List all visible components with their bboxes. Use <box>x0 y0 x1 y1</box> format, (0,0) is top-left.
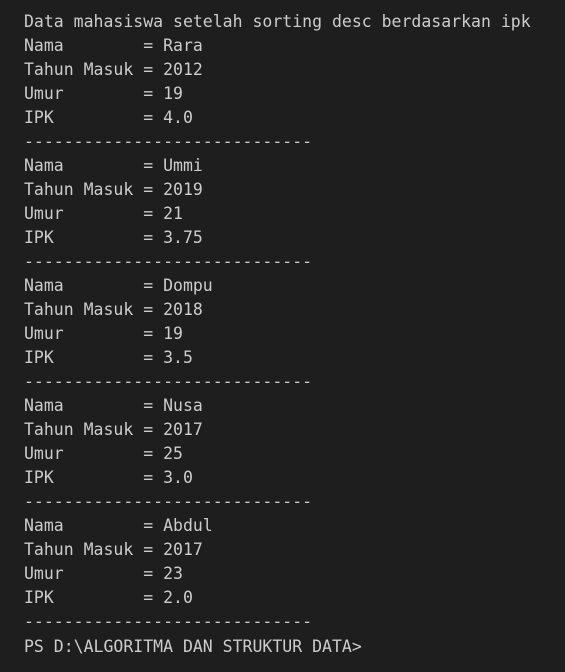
record-tahun-masuk: Tahun Masuk = 2012 <box>24 60 203 79</box>
record-nama: Nama = Ummi <box>24 156 203 175</box>
record-umur: Umur = 19 <box>24 324 183 343</box>
record-umur: Umur = 23 <box>24 564 183 583</box>
record-umur: Umur = 21 <box>24 204 183 223</box>
record-ipk: IPK = 3.5 <box>24 348 193 367</box>
record-umur: Umur = 25 <box>24 444 183 463</box>
record-tahun-masuk: Tahun Masuk = 2019 <box>24 180 203 199</box>
record-tahun-masuk: Tahun Masuk = 2017 <box>24 420 203 439</box>
separator-line: ----------------------------- <box>24 612 313 631</box>
separator-line: ----------------------------- <box>24 372 313 391</box>
separator-line: ----------------------------- <box>24 132 313 151</box>
separator-line: ----------------------------- <box>24 252 313 271</box>
separator-line: ----------------------------- <box>24 492 313 511</box>
top-separator-line: ----------------------------- <box>24 0 312 10</box>
record-tahun-masuk: Tahun Masuk = 2018 <box>24 300 203 319</box>
record-nama: Nama = Dompu <box>24 276 213 295</box>
record-tahun-masuk: Tahun Masuk = 2017 <box>24 540 203 559</box>
terminal-output[interactable]: ----------------------------- Data mahas… <box>0 0 565 672</box>
record-nama: Nama = Nusa <box>24 396 203 415</box>
record-umur: Umur = 19 <box>24 84 183 103</box>
output-heading: Data mahasiswa setelah sorting desc berd… <box>24 12 531 31</box>
record-nama: Nama = Rara <box>24 36 203 55</box>
record-ipk: IPK = 4.0 <box>24 108 193 127</box>
shell-prompt[interactable]: PS D:\ALGORITMA DAN STRUKTUR DATA> <box>24 635 362 659</box>
record-ipk: IPK = 3.75 <box>24 228 203 247</box>
record-ipk: IPK = 2.0 <box>24 588 193 607</box>
record-ipk: IPK = 3.0 <box>24 468 193 487</box>
record-nama: Nama = Abdul <box>24 516 213 535</box>
